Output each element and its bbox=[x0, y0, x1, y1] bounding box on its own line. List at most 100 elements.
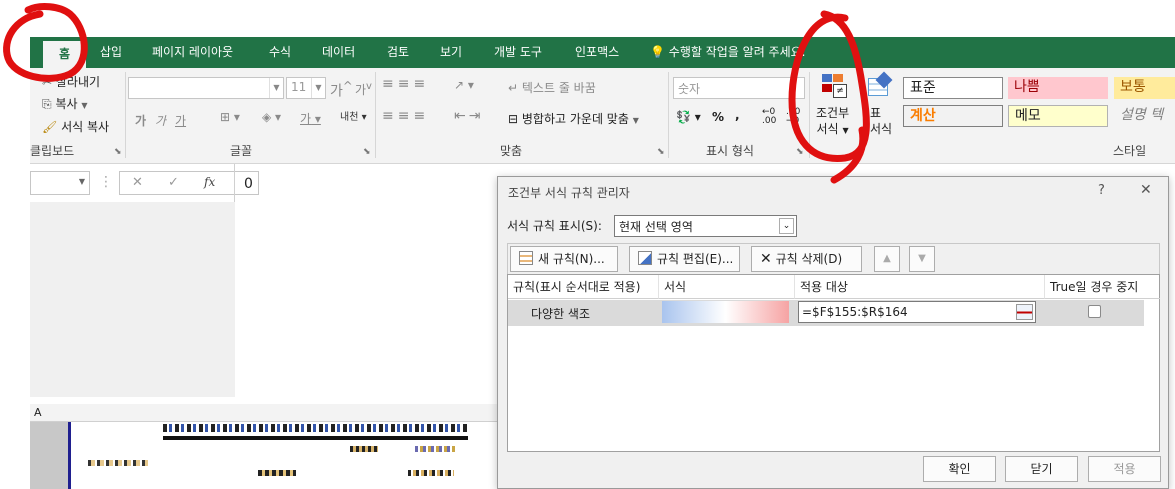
alignment-launcher-icon[interactable]: ⬊ bbox=[657, 147, 665, 157]
sheet-gray-area bbox=[30, 202, 235, 397]
style-neutral[interactable]: 보통 bbox=[1114, 77, 1175, 99]
column-header-row: A bbox=[30, 404, 500, 422]
font-color-button[interactable]: 가 ▾ bbox=[300, 110, 321, 127]
font-color-icon: 가 bbox=[300, 112, 312, 126]
comma-button[interactable]: , bbox=[735, 108, 740, 122]
accounting-format-button[interactable]: 💱 ▾ bbox=[676, 110, 701, 124]
new-rule-button[interactable]: 새 규칙(N)... bbox=[510, 246, 618, 272]
help-button[interactable]: ? bbox=[1098, 183, 1105, 198]
clipboard-launcher-icon[interactable]: ⬊ bbox=[114, 147, 122, 157]
sheet-white-area bbox=[235, 202, 500, 397]
tab-data[interactable]: 데이터 bbox=[322, 37, 355, 68]
row-header-strip bbox=[30, 422, 68, 489]
copy-button[interactable]: ⎘ 복사 ▼ bbox=[42, 95, 88, 112]
move-up-button[interactable]: ▲ bbox=[874, 246, 900, 272]
wrap-text-button[interactable]: ↵ 텍스트 줄 바꿈 bbox=[508, 79, 596, 96]
style-bad[interactable]: 나쁨 bbox=[1008, 77, 1108, 99]
copy-icon: ⎘ bbox=[42, 97, 52, 111]
delete-icon: ✕ bbox=[760, 251, 772, 267]
edit-rule-button[interactable]: 규칙 편집(E)... bbox=[629, 246, 740, 272]
horizontal-align-buttons[interactable]: ≡≡≡ bbox=[382, 108, 429, 124]
format-as-table-button[interactable]: 표 서식 bbox=[870, 105, 892, 137]
stop-if-true-checkbox[interactable] bbox=[1088, 305, 1101, 318]
border-button[interactable]: ⊞ ▾ bbox=[220, 110, 240, 124]
table-format-icon bbox=[868, 71, 893, 100]
enter-icon[interactable]: ✓ bbox=[168, 175, 179, 190]
percent-button[interactable]: % bbox=[712, 110, 724, 124]
name-box[interactable]: ▼ bbox=[30, 171, 90, 195]
pixelated-cells bbox=[163, 424, 468, 432]
orientation-button[interactable]: ↗ ▾ bbox=[454, 78, 474, 92]
ribbon-home: ✂ 잘라내기 ⎘ 복사 ▼ 🖌 서식 복사 클립보드 ⬊ ▼ 11 ▼ 가^ 가… bbox=[30, 68, 1175, 164]
grow-font-button[interactable]: 가^ bbox=[330, 79, 353, 101]
tab-formulas[interactable]: 수식 bbox=[269, 37, 291, 68]
indent-buttons[interactable]: ⇤⇥ bbox=[454, 108, 483, 124]
lightbulb-icon: 💡 bbox=[650, 45, 665, 59]
tab-view[interactable]: 보기 bbox=[440, 37, 462, 68]
bold-button[interactable]: 가 bbox=[135, 112, 146, 129]
column-header-a: A bbox=[34, 406, 42, 419]
tab-review[interactable]: 검토 bbox=[387, 37, 409, 68]
fill-color-button[interactable]: ◈ ▾ bbox=[262, 110, 281, 124]
dialog-title: 조건부 서식 규칙 관리자 bbox=[508, 186, 630, 200]
divider bbox=[668, 72, 669, 158]
tab-insert[interactable]: 삽입 bbox=[100, 37, 122, 68]
font-name-select[interactable]: ▼ bbox=[128, 77, 284, 99]
tab-page-layout[interactable]: 페이지 레이아웃 bbox=[152, 37, 233, 68]
pixelated-cells bbox=[258, 470, 296, 476]
border-icon: ⊞ bbox=[220, 110, 231, 124]
decrease-decimal-button[interactable]: .00 →0 bbox=[786, 108, 800, 126]
chevron-down-icon: ▼ bbox=[842, 126, 849, 135]
rule-list: 규칙(표시 순서대로 적용) 서식 적용 대상 True일 경우 중지 다양한 … bbox=[507, 274, 1160, 452]
show-rules-select[interactable]: 현재 선택 영역 ⌄ bbox=[614, 215, 797, 237]
chevron-down-icon: ▼ bbox=[78, 177, 85, 186]
close-button[interactable]: 닫기 bbox=[1005, 456, 1078, 482]
ok-button[interactable]: 확인 bbox=[923, 456, 996, 482]
font-size-select[interactable]: 11 ▼ bbox=[286, 77, 326, 99]
merge-center-button[interactable]: ⊟ 병합하고 가운데 맞춤 ▼ bbox=[508, 110, 639, 127]
color-scale-preview bbox=[662, 301, 789, 323]
apply-button[interactable]: 적용 bbox=[1088, 456, 1161, 482]
merge-icon: ⊟ bbox=[508, 112, 519, 126]
close-icon[interactable]: ✕ bbox=[1140, 182, 1152, 198]
formula-buttons: ✕ ✓ fx bbox=[119, 171, 259, 195]
fx-icon[interactable]: fx bbox=[204, 175, 215, 189]
style-calculation[interactable]: 계산 bbox=[903, 105, 1003, 127]
increase-decimal-button[interactable]: ←0.00 bbox=[762, 108, 776, 126]
tab-developer[interactable]: 개발 도구 bbox=[494, 37, 542, 68]
format-painter-button[interactable]: 🖌 서식 복사 bbox=[42, 118, 109, 135]
table-row[interactable]: 다양한 색조 =$F$155:$R$164 bbox=[508, 300, 1144, 326]
chevron-down-icon: ⌄ bbox=[779, 218, 794, 234]
divider bbox=[809, 72, 810, 158]
pixelated-cells bbox=[408, 470, 454, 476]
formula-input[interactable]: 0 bbox=[244, 176, 253, 192]
font-launcher-icon[interactable]: ⬊ bbox=[363, 147, 371, 157]
style-normal[interactable]: 표준 bbox=[903, 77, 1003, 99]
worksheet-area[interactable]: A bbox=[30, 202, 500, 489]
underline-button[interactable]: 가 bbox=[175, 112, 186, 129]
cut-button[interactable]: ✂ 잘라내기 bbox=[42, 73, 100, 90]
column-header-format: 서식 bbox=[659, 275, 795, 299]
italic-button[interactable]: 가 bbox=[155, 112, 166, 129]
vertical-align-buttons[interactable]: ≡≡≡ bbox=[382, 76, 429, 92]
cancel-icon[interactable]: ✕ bbox=[132, 175, 143, 190]
tab-home[interactable]: 홈 bbox=[43, 41, 87, 68]
new-rule-icon bbox=[519, 251, 533, 265]
shrink-font-button[interactable]: 가v bbox=[355, 81, 372, 98]
number-format-select[interactable]: 숫자 bbox=[673, 77, 805, 99]
number-launcher-icon[interactable]: ⬊ bbox=[796, 147, 804, 157]
tab-infomax[interactable]: 인포맥스 bbox=[575, 37, 619, 68]
applies-to-input[interactable]: =$F$155:$R$164 bbox=[798, 301, 1036, 323]
style-note[interactable]: 메모 bbox=[1008, 105, 1108, 127]
range-select-icon[interactable] bbox=[1016, 304, 1033, 320]
phonetic-button[interactable]: 내천 ▾ bbox=[340, 108, 367, 123]
move-down-button[interactable]: ▼ bbox=[909, 246, 935, 272]
group-label-clipboard: 클립보드 bbox=[30, 144, 75, 158]
tell-me-box[interactable]: 💡 수행할 작업을 알려 주세요. bbox=[650, 37, 805, 68]
delete-rule-button[interactable]: ✕ 규칙 삭제(D) bbox=[751, 246, 862, 272]
pixelated-cells bbox=[415, 446, 455, 452]
style-explanatory[interactable]: 설명 텍스 bbox=[1114, 105, 1175, 127]
chevron-down-icon: ▼ bbox=[81, 101, 88, 110]
conditional-formatting-button[interactable]: 조건부 서식 ▼ bbox=[816, 105, 849, 139]
currency-icon: 💱 bbox=[676, 110, 691, 124]
